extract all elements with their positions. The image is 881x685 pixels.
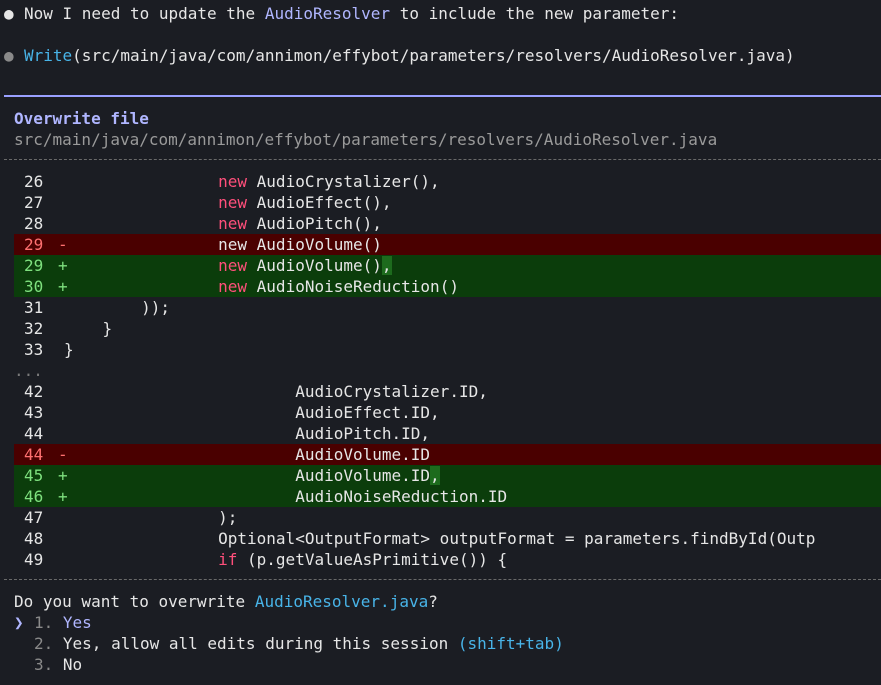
assistant-message: ● Now I need to update the AudioResolver … <box>4 4 680 23</box>
code-text: AudioEffect.ID, <box>295 403 440 422</box>
diff-line-added: 45 + AudioVolume.ID, <box>14 465 881 486</box>
diff-line-removed: 44- AudioVolume.ID <box>14 444 881 465</box>
confirm-question: Do you want to overwrite AudioResolver.j… <box>14 592 438 611</box>
tool-name: Write <box>24 46 73 65</box>
keyword: new <box>218 172 248 191</box>
diff-line: 31 )); <box>14 297 881 318</box>
code-text: new AudioCrystalizer(), <box>218 172 440 191</box>
inline-change: , <box>430 466 440 485</box>
tool-call: ● Write(src/main/java/com/annimon/effybot… <box>4 45 795 66</box>
code-text: ); <box>218 508 238 527</box>
code-text: AudioPitch.ID, <box>295 424 431 443</box>
divider <box>4 579 881 580</box>
line-number: 42 <box>24 382 44 401</box>
keyword: if <box>218 550 238 569</box>
diff-line: 49 if (p.getValueAsPrimitive()) { <box>14 549 881 570</box>
class-name: AudioResolver <box>264 4 391 23</box>
diff-line: 44 AudioPitch.ID, <box>14 423 881 444</box>
hunk-separator: ... <box>14 361 43 380</box>
diff-line-added: 29 + new AudioVolume(), <box>14 255 881 276</box>
option-yes[interactable]: ❯ 1. Yes <box>14 612 92 633</box>
line-number: 26 <box>24 172 44 191</box>
tool-argument: (src/main/java/com/annimon/effybot/param… <box>72 46 795 65</box>
dialog-title: Overwrite file <box>14 109 149 128</box>
keyword: new <box>218 214 248 233</box>
bullet-icon: ● <box>4 46 14 65</box>
code-text: if (p.getValueAsPrimitive()) { <box>218 550 508 569</box>
line-number: 44 <box>24 424 44 443</box>
keyboard-shortcut: (shift+tab) <box>457 634 564 653</box>
divider <box>4 159 881 160</box>
code-text: Optional<OutputFormat> outputFormat = pa… <box>218 529 816 548</box>
diff-line: 47 ); <box>14 507 881 528</box>
code-text: new AudioPitch(), <box>218 214 382 233</box>
code-text: AudioNoiseReduction.ID <box>295 487 508 506</box>
line-number: 49 <box>24 550 44 569</box>
line-number: 33 <box>24 340 44 359</box>
line-number: 48 <box>24 529 44 548</box>
diff-line: 28 new AudioPitch(), <box>14 213 881 234</box>
line-number: 43 <box>24 403 44 422</box>
diff-line-added: 30 + new AudioNoiseReduction() <box>14 276 881 297</box>
diff-line: 27 new AudioEffect(), <box>14 192 881 213</box>
diff-line-removed: 29- new AudioVolume() <box>14 234 881 255</box>
code-text: AudioVolume.ID <box>295 445 431 464</box>
option-no[interactable]: 3. No <box>14 654 82 675</box>
code-text: } <box>102 319 113 338</box>
code-text: AudioVolume.ID, <box>295 466 440 485</box>
diff-line: 32 } <box>14 318 881 339</box>
line-number: 47 <box>24 508 44 527</box>
code-text: new AudioVolume(), <box>218 256 392 275</box>
line-number: 28 <box>24 214 44 233</box>
bullet-icon: ● <box>4 4 14 23</box>
keyword: new <box>218 256 248 275</box>
diff-line-added: 46 + AudioNoiseReduction.ID <box>14 486 881 507</box>
inline-change: , <box>381 256 392 275</box>
code-text: new AudioEffect(), <box>218 193 392 212</box>
question-filename: AudioResolver.java <box>254 592 429 611</box>
code-text: new AudioVolume() <box>218 235 382 254</box>
diff-line: 42 AudioCrystalizer.ID, <box>14 381 881 402</box>
line-number: 32 <box>24 319 44 338</box>
diff-line: 26 new AudioCrystalizer(), <box>14 171 881 192</box>
selection-pointer-icon: ❯ <box>14 613 24 632</box>
code-text: new AudioNoiseReduction() <box>218 277 459 296</box>
code-text: )); <box>141 298 170 317</box>
option-yes-allow-all[interactable]: 2. Yes, allow all edits during this sess… <box>14 633 564 654</box>
line-number: 31 <box>24 298 44 317</box>
code-text: AudioCrystalizer.ID, <box>295 382 488 401</box>
line-number: 27 <box>24 193 44 212</box>
keyword: new <box>218 193 248 212</box>
keyword: new <box>218 277 248 296</box>
code-text: } <box>64 340 74 359</box>
diff-line: 48 Optional<OutputFormat> outputFormat =… <box>14 528 881 549</box>
diff-line: 43 AudioEffect.ID, <box>14 402 881 423</box>
file-path: src/main/java/com/annimon/effybot/parame… <box>14 130 718 149</box>
dialog-top-border <box>4 95 881 97</box>
diff-line: 33} <box>14 339 881 360</box>
